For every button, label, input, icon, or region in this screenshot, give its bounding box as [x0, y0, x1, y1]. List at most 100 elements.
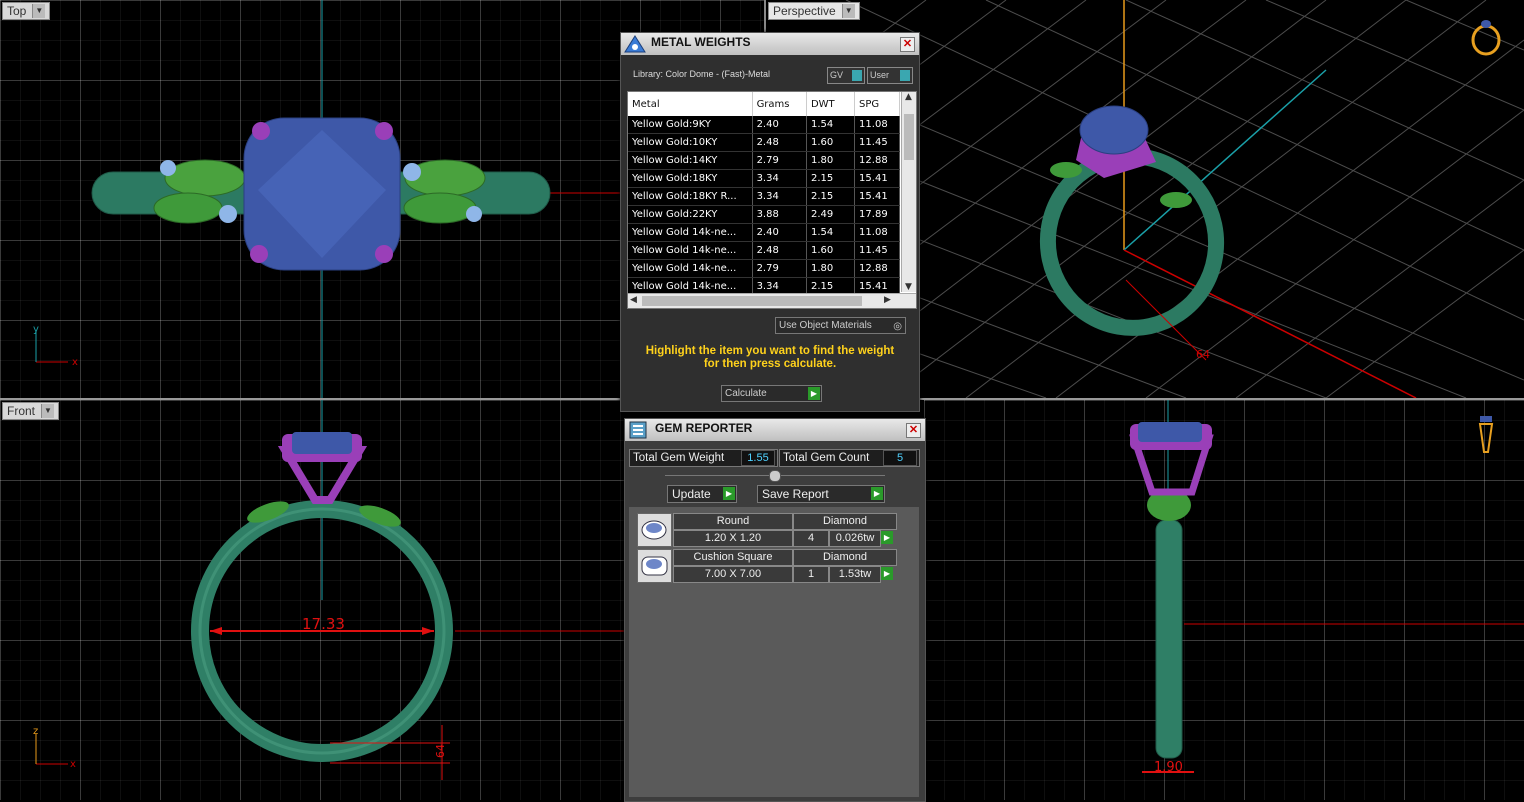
user-toggle[interactable]: User [867, 67, 913, 84]
metal-name: Yellow Gold 14k-ne... [628, 259, 753, 278]
metal-grams: 3.34 [752, 187, 807, 206]
update-button[interactable]: Update ▶ [667, 485, 737, 503]
metal-weights-title: METAL WEIGHTS [651, 35, 751, 49]
round-gem-icon [637, 513, 672, 547]
metal-row[interactable]: Yellow Gold:18KY R... 3.34 2.15 15.41 [628, 187, 900, 206]
gem-count: 1 [793, 566, 829, 583]
slider-handle[interactable] [769, 470, 781, 482]
play-icon: ▶ [723, 487, 735, 500]
metal-row[interactable]: Yellow Gold:14KY 2.79 1.80 12.88 [628, 151, 900, 170]
metal-spg: 11.45 [854, 241, 900, 260]
metal-name: Yellow Gold:18KY [628, 169, 753, 188]
total-gem-count-label: Total Gem Count [783, 452, 870, 464]
col-dwt[interactable]: DWT [806, 92, 856, 116]
metal-table-hscroll[interactable]: ◀ ▶ [628, 293, 916, 308]
gem-shape: Round [673, 513, 793, 530]
viewport-perspective-label[interactable]: Perspective ▼ [768, 2, 860, 20]
gem-size: 7.00 X 7.00 [673, 566, 793, 583]
hint-line-2: for then press calculate. [703, 358, 837, 370]
gem-item[interactable]: Cushion Square Diamond 7.00 X 7.00 1 1.5… [637, 549, 897, 583]
metal-row[interactable]: Yellow Gold 14k-ne... 2.40 1.54 11.08 [628, 223, 900, 242]
metal-row[interactable]: Yellow Gold:10KY 2.48 1.60 11.45 [628, 133, 900, 152]
col-spg[interactable]: SPG [854, 92, 900, 116]
total-gem-weight: Total Gem Weight 1.55 [629, 449, 778, 467]
use-object-materials-field[interactable]: Use Object Materials ◎ [775, 317, 906, 334]
chevron-down-icon[interactable]: ▼ [41, 404, 55, 418]
right-dimension-label: 1.90 [1154, 760, 1183, 775]
scroll-left-icon[interactable]: ◀ [630, 295, 637, 305]
total-gem-count: Total Gem Count 5 [779, 449, 920, 467]
close-icon[interactable]: ✕ [906, 423, 921, 438]
metal-grams: 2.40 [752, 116, 807, 134]
user-toggle-label: User [870, 70, 890, 80]
metal-weights-panel: METAL WEIGHTS ✕ Library: Color Dome - (F… [620, 32, 920, 412]
gv-toggle-label: GV [830, 70, 844, 80]
gem-list: Round Diamond 1.20 X 1.20 4 0.026tw ▶ Cu… [629, 507, 919, 797]
metal-table[interactable]: Metal Grams DWT SPG Yellow Gold:9KY 2.40 1… [627, 91, 917, 309]
scroll-up-icon[interactable]: ▲ [905, 92, 912, 102]
toggle-circle-icon[interactable]: ◎ [893, 319, 902, 334]
use-object-materials-label: Use Object Materials [779, 320, 872, 331]
front-axis-z: z [33, 726, 38, 737]
play-icon: ▶ [871, 487, 883, 500]
metal-row[interactable]: Yellow Gold 14k-ne... 2.79 1.80 12.88 [628, 259, 900, 278]
metal-name: Yellow Gold:10KY [628, 133, 753, 152]
metal-spg: 15.41 [854, 187, 900, 206]
chevron-down-icon[interactable]: ▼ [841, 4, 855, 18]
metal-spg: 11.08 [854, 116, 900, 134]
metal-spg: 11.45 [854, 133, 900, 152]
close-icon[interactable]: ✕ [900, 37, 915, 52]
viewport-right[interactable]: 1.90 [924, 400, 1524, 800]
metal-grams: 3.88 [752, 205, 807, 224]
metal-weights-titlebar[interactable]: METAL WEIGHTS ✕ [621, 33, 919, 55]
metal-grams: 2.79 [752, 259, 807, 278]
total-gem-count-value: 5 [883, 450, 917, 466]
gem-type: Diamond [793, 549, 897, 566]
front-view-model: 17.33 64 [191, 400, 624, 780]
metal-row[interactable]: Yellow Gold:9KY 2.40 1.54 11.08 [628, 116, 900, 134]
gem-item[interactable]: Round Diamond 1.20 X 1.20 4 0.026tw ▶ [637, 513, 897, 547]
gem-shape: Cushion Square [673, 549, 793, 566]
metal-table-vscroll[interactable]: ▲ ▼ [901, 92, 916, 292]
top-axis-gizmo: x y [33, 324, 78, 368]
play-icon[interactable]: ▶ [881, 531, 893, 544]
viewport-front[interactable]: 17.33 64 x z Front ▼ [0, 400, 624, 800]
metal-grams: 2.40 [752, 223, 807, 242]
metal-row[interactable]: Yellow Gold:18KY 3.34 2.15 15.41 [628, 169, 900, 188]
metal-name: Yellow Gold:9KY [628, 116, 753, 134]
metal-name: Yellow Gold:22KY [628, 205, 753, 224]
play-icon: ▶ [808, 387, 820, 400]
scroll-right-icon[interactable]: ▶ [884, 295, 891, 305]
col-grams[interactable]: Grams [752, 92, 807, 116]
viewport-front-label[interactable]: Front ▼ [2, 402, 60, 420]
play-icon[interactable]: ▶ [881, 567, 893, 580]
gem-type: Diamond [793, 513, 897, 530]
gv-toggle[interactable]: GV [827, 67, 865, 84]
ring-nav-icon[interactable] [1466, 16, 1506, 56]
chevron-down-icon[interactable]: ▼ [32, 4, 46, 18]
gem-reporter-panel: GEM REPORTER ✕ Total Gem Weight 1.55 Tot… [624, 418, 926, 802]
metal-spg: 12.88 [854, 259, 900, 278]
metal-name: Yellow Gold:18KY R... [628, 187, 753, 206]
metal-spg: 15.41 [854, 169, 900, 188]
metal-grams: 2.79 [752, 151, 807, 170]
front-dimension-label: 17.33 [302, 615, 345, 633]
metal-dwt: 1.60 [806, 133, 856, 152]
pendant-nav-icon[interactable] [1474, 412, 1498, 462]
front-small-dimension: 64 [434, 744, 447, 758]
viewport-top-title: Top [7, 4, 27, 18]
metal-dwt: 2.49 [806, 205, 856, 224]
metal-row[interactable]: Yellow Gold 14k-ne... 2.48 1.60 11.45 [628, 241, 900, 260]
col-metal[interactable]: Metal [628, 92, 753, 116]
viewport-top-label[interactable]: Top ▼ [2, 2, 51, 20]
gem-weight: 0.026tw [829, 530, 881, 547]
metal-name: Yellow Gold 14k-ne... [628, 223, 753, 242]
calculate-button[interactable]: Calculate ▶ [721, 385, 822, 402]
metal-name: Yellow Gold:14KY [628, 151, 753, 170]
save-report-button[interactable]: Save Report ▶ [757, 485, 885, 503]
metal-dwt: 1.80 [806, 151, 856, 170]
right-view-model: 1.90 [1129, 400, 1524, 775]
metal-row[interactable]: Yellow Gold:22KY 3.88 2.49 17.89 [628, 205, 900, 224]
scroll-down-icon[interactable]: ▼ [905, 282, 912, 292]
gem-reporter-titlebar[interactable]: GEM REPORTER ✕ [625, 419, 925, 441]
